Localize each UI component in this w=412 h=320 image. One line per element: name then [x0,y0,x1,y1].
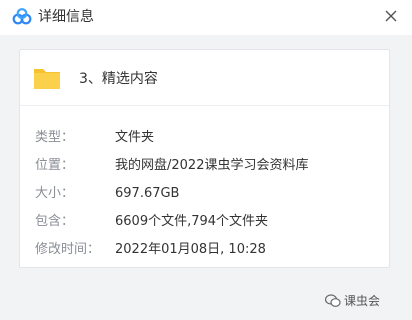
detail-value: 我的网盘/2022课虫学习会资料库 [115,158,309,173]
watermark-text: 课虫会 [344,294,381,308]
detail-value: 6609个文件,794个文件夹 [115,214,269,229]
baidu-netdisk-logo-icon [12,8,32,26]
window-title: 详细信息 [38,9,94,25]
detail-label: 修改时间： [35,242,101,257]
detail-value: 文件夹 [115,130,155,145]
content-area: 3、精选内容 类型： 文件夹 位置： 我的网盘/2022课虫学习会资料库 大小：… [0,35,412,320]
wechat-icon [324,294,341,308]
detail-label: 类型： [35,130,75,145]
details-panel: 3、精选内容 类型： 文件夹 位置： 我的网盘/2022课虫学习会资料库 大小：… [19,49,390,268]
detail-value: 697.67GB [115,186,180,201]
close-icon[interactable] [382,7,400,25]
detail-label: 位置： [35,158,75,173]
divider [20,105,389,106]
detail-label: 大小： [35,186,75,201]
title-bar: 详细信息 [0,0,412,35]
detail-label: 包含： [35,214,75,229]
file-name: 3、精选内容 [79,71,158,87]
folder-icon [32,63,62,93]
detail-value: 2022年01月08日, 10:28 [115,242,266,257]
